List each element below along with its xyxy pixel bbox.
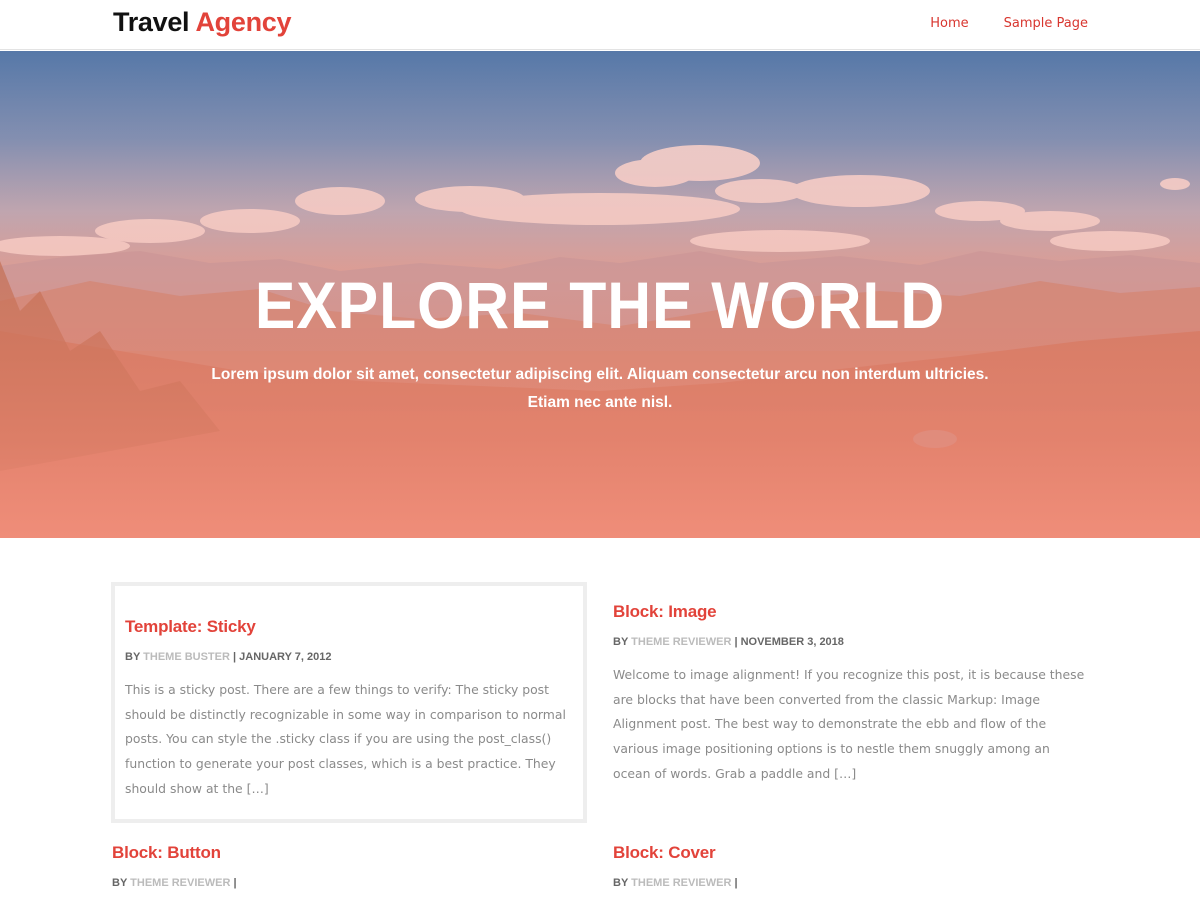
post-card-sticky: Template: Sticky BY THEME BUSTER | JANUA… [111,582,587,823]
meta-separator: | [734,877,738,889]
post-meta: BY THEME REVIEWER | [112,876,588,890]
brand-word-travel: Travel [113,7,190,37]
post-by-label: BY [613,877,629,889]
post-author-link[interactable]: THEME REVIEWER [631,636,731,648]
post-by-label: BY [112,877,128,889]
post-title-link[interactable]: Block: Cover [613,842,1089,864]
meta-separator: | [734,636,738,648]
post-date-link[interactable]: NOVEMBER 3, 2018 [741,636,844,648]
post-meta: BY THEME REVIEWER | [613,876,1089,890]
post-card: Block: Image BY THEME REVIEWER | NOVEMBE… [613,601,1089,787]
post-date-link[interactable]: JANUARY 7, 2012 [239,651,331,663]
post-title-link[interactable]: Block: Button [112,842,588,864]
hero-banner: EXPLORE THE WORLD Lorem ipsum dolor sit … [0,51,1200,538]
post-author-link[interactable]: THEME REVIEWER [130,877,230,889]
brand-word-agency: Agency [195,7,292,37]
post-author-link[interactable]: THEME BUSTER [143,651,230,663]
post-by-label: BY [125,651,141,663]
post-excerpt: This is a sticky post. There are a few t… [125,682,566,796]
post-card: Block: Button BY THEME REVIEWER | [112,842,588,890]
hero-subtitle: Lorem ipsum dolor sit amet, consectetur … [211,366,989,411]
post-author-link[interactable]: THEME REVIEWER [631,877,731,889]
nav-home-link[interactable]: Home [930,16,968,32]
post-title-link[interactable]: Block: Image [613,601,1089,623]
post-card: Block: Cover BY THEME REVIEWER | [613,842,1089,890]
meta-separator: | [233,651,237,663]
post-excerpt: Welcome to image alignment! If you recog… [613,667,1085,781]
site-header: Travel Agency Home Sample Page [0,0,1200,50]
site-logo[interactable]: Travel Agency [113,7,292,37]
meta-separator: | [233,877,237,889]
primary-nav: Home Sample Page [930,16,1088,32]
hero-title: EXPLORE THE WORLD [254,268,946,342]
post-meta: BY THEME REVIEWER | NOVEMBER 3, 2018 [613,635,1089,649]
post-title-link[interactable]: Template: Sticky [125,616,573,638]
post-meta: BY THEME BUSTER | JANUARY 7, 2012 [125,650,573,664]
nav-sample-page-link[interactable]: Sample Page [1004,16,1088,32]
post-by-label: BY [613,636,629,648]
